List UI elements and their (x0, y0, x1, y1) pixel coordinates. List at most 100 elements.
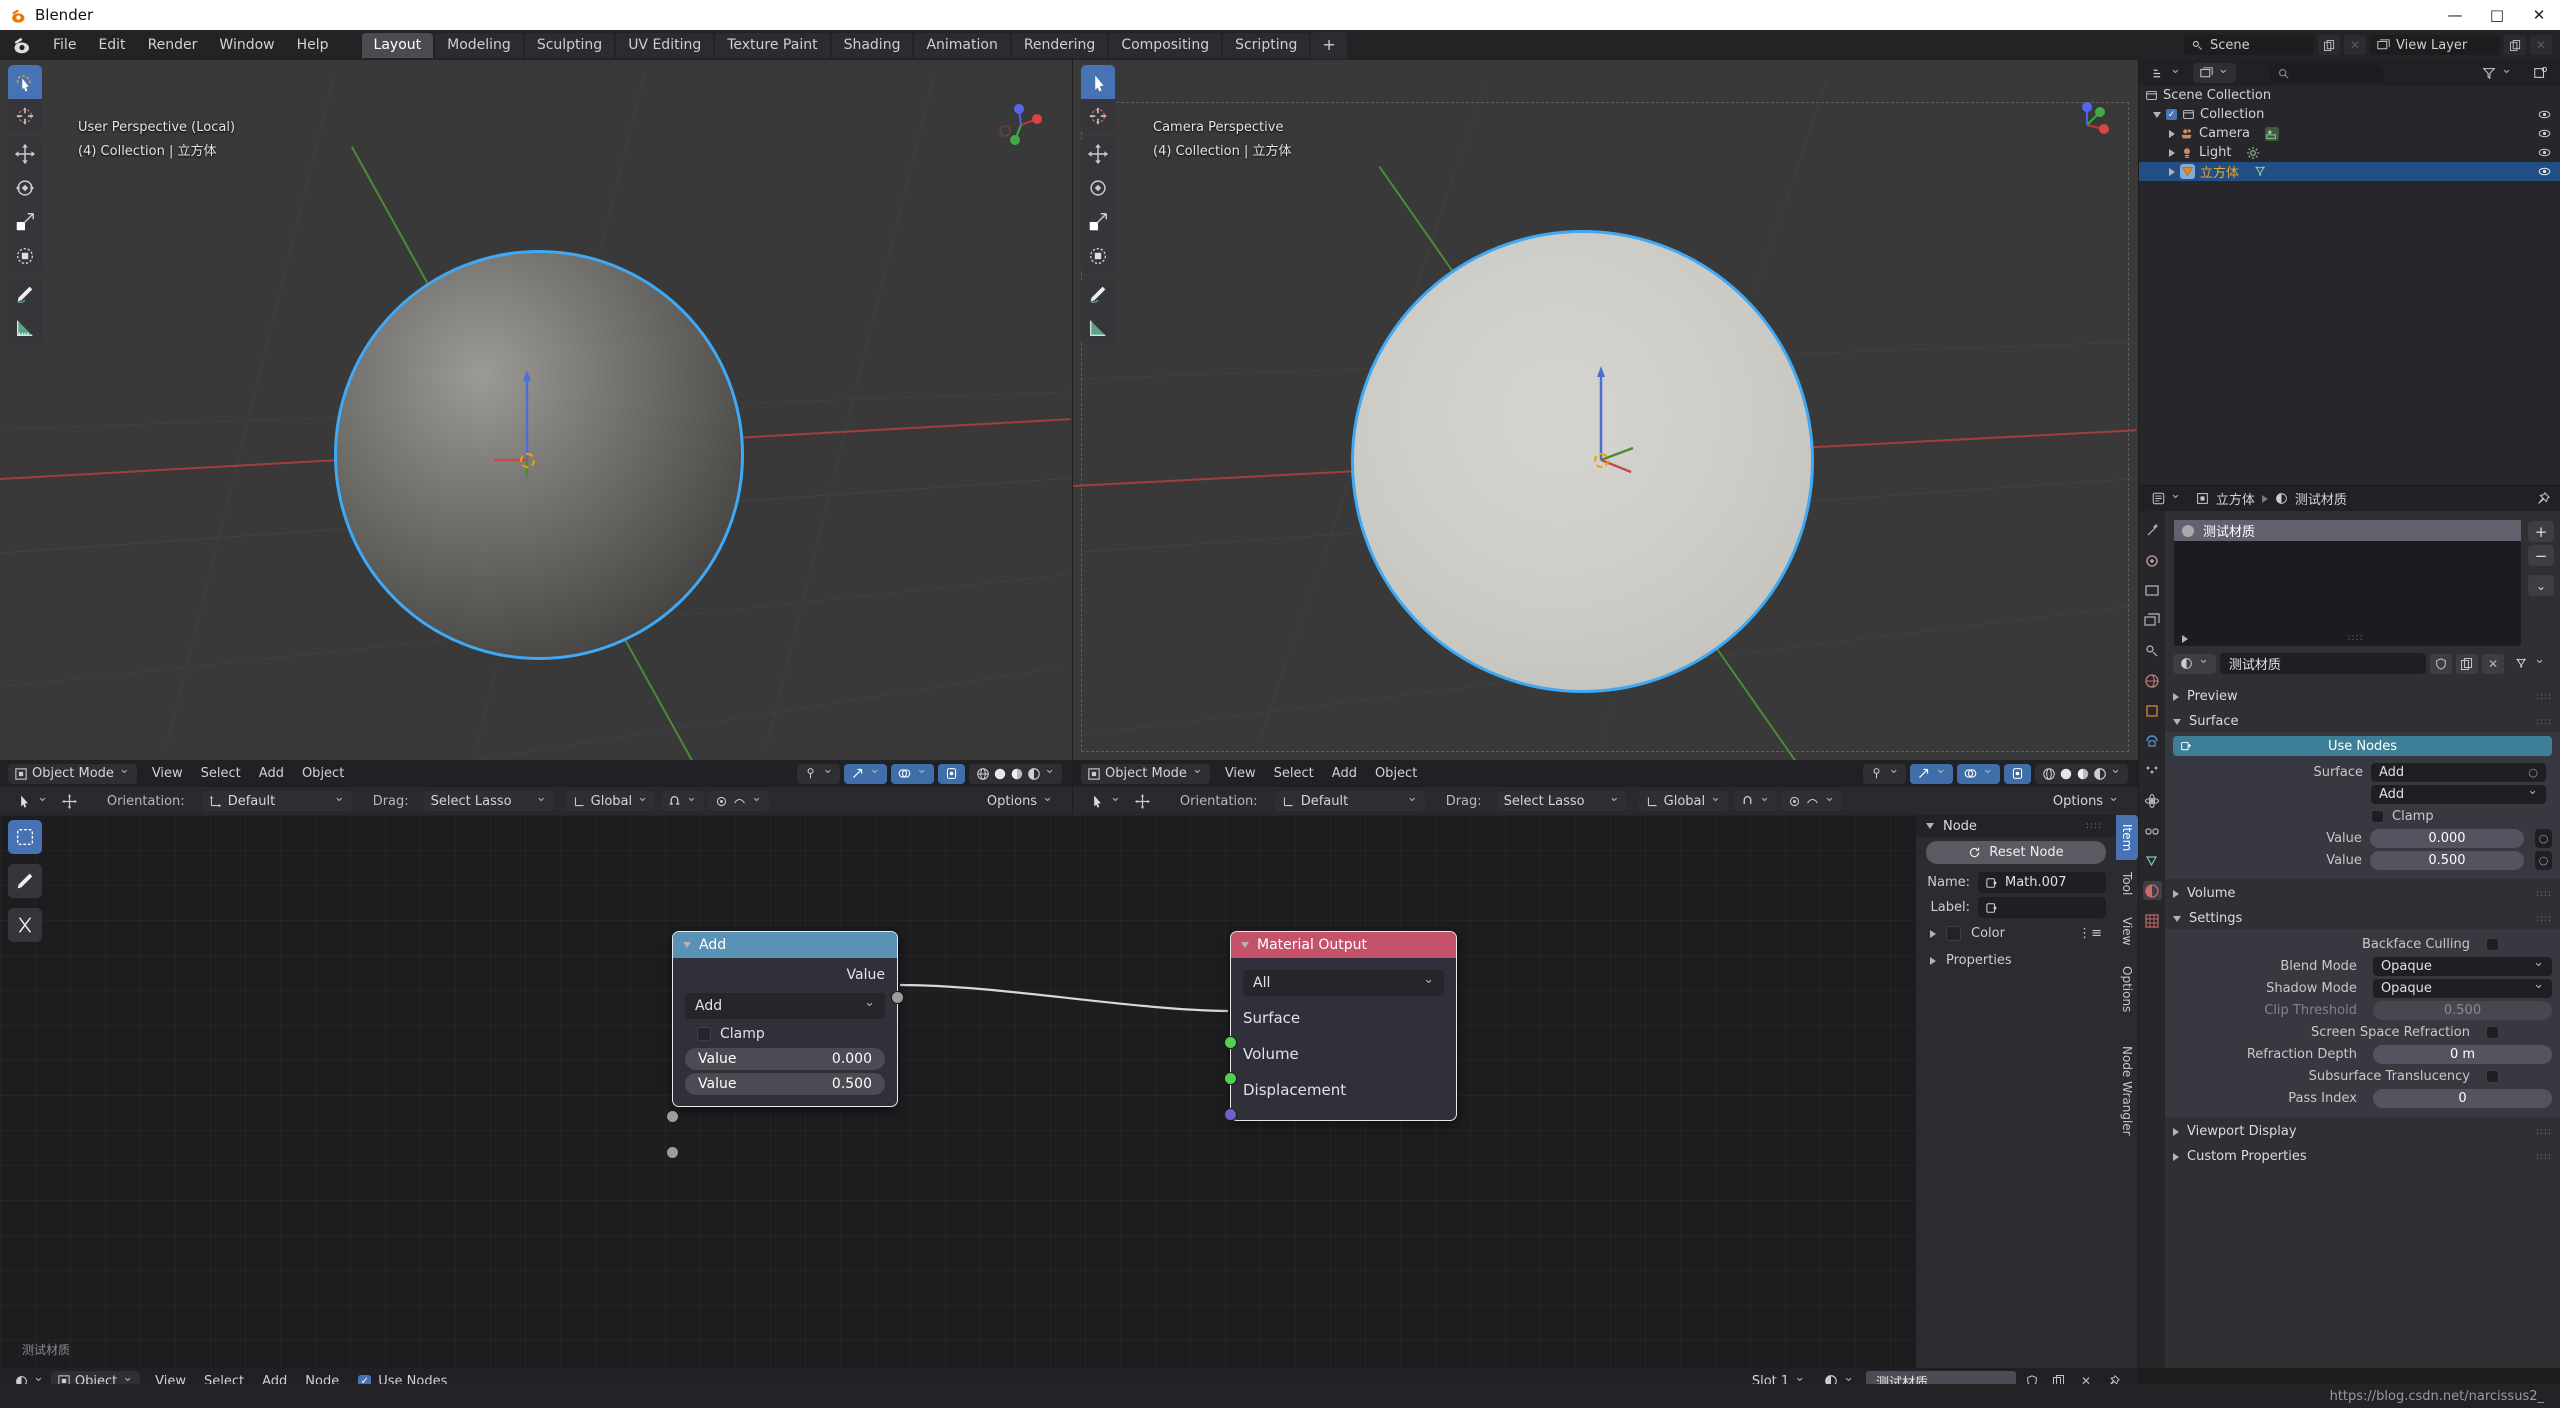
node-output-socket-displacement[interactable]: Displacement (1231, 1072, 1456, 1108)
node-properties-row[interactable]: Properties (1916, 951, 2116, 970)
orientation-dropdown-right[interactable]: Default (1274, 791, 1425, 811)
tool-move-right[interactable] (1081, 137, 1115, 171)
viewport-left-menu-object[interactable]: Object (293, 763, 353, 784)
pass-index-field[interactable]: 0 (2372, 1088, 2552, 1108)
add-material-slot-button[interactable]: + (2528, 521, 2554, 542)
light-data-icon[interactable] (2246, 146, 2260, 160)
snap-magnet-right[interactable] (1734, 791, 1777, 811)
properties-pin-button[interactable] (2536, 491, 2554, 506)
material-slot-list[interactable]: 测试材质 :::: (2173, 519, 2522, 647)
viewport-right-menu-select[interactable]: Select (1265, 763, 1323, 784)
transform-pivot-right[interactable] (1128, 791, 1157, 811)
tab-compositing[interactable]: Compositing (1109, 32, 1222, 58)
blend-mode-dropdown[interactable]: Opaque (2372, 956, 2552, 976)
tool-scale-right[interactable] (1081, 205, 1115, 239)
surface-value2-animate-button[interactable]: ○ (2535, 850, 2553, 870)
camera-data-icon[interactable] (2265, 126, 2280, 141)
tool-annotate[interactable] (8, 277, 42, 311)
color-expand-icon[interactable] (1930, 929, 1936, 938)
material-unlink-button[interactable]: ✕ (2482, 653, 2505, 674)
outliner-row-cube[interactable]: 立方体 (2139, 162, 2560, 181)
material-slot-menu-button[interactable]: ⌄ (2528, 575, 2554, 596)
node-panel-collapse-icon[interactable] (1926, 823, 1934, 829)
visibility-eye-icon-cube[interactable] (2538, 165, 2551, 178)
tool-annotate-right[interactable] (1081, 277, 1115, 311)
node-math-input-value-1[interactable]: Value 0.000 (685, 1048, 885, 1070)
tab-modifier-properties[interactable] (2143, 731, 2162, 750)
settings-expand-icon[interactable] (2173, 915, 2181, 922)
sidebar-tab-item[interactable]: Item (2116, 815, 2138, 861)
viewport-left-toolbar[interactable] (8, 65, 42, 345)
new-scene-button[interactable] (2318, 35, 2340, 55)
preview-grip[interactable]: :::: (2536, 692, 2560, 702)
material-slot-expand-icon[interactable] (2182, 635, 2188, 643)
mesh-data-icon[interactable] (2254, 165, 2268, 179)
cube-expand-icon[interactable] (2169, 167, 2175, 176)
section-volume[interactable]: Volume :::: (2165, 883, 2560, 904)
transform-pivot-left[interactable] (55, 791, 84, 811)
socket-volume[interactable] (1224, 1072, 1237, 1085)
xray-toggle-right[interactable] (2004, 763, 2032, 784)
surface-clamp-checkbox[interactable] (2371, 809, 2384, 823)
node-math-header[interactable]: Add (673, 932, 897, 958)
socket-input-value-2[interactable] (666, 1146, 679, 1159)
node-output-socket-volume[interactable]: Volume (1231, 1036, 1456, 1072)
section-settings[interactable]: Settings :::: (2165, 908, 2560, 929)
properties-expand-icon[interactable] (1930, 956, 1936, 965)
mode-selector-left[interactable]: Object Mode (8, 763, 137, 784)
viewport-right-menu-add[interactable]: Add (1323, 763, 1366, 784)
color-options-icon[interactable]: ⋮≡ (2078, 926, 2106, 941)
new-collection-button[interactable] (2526, 63, 2554, 83)
tab-world-properties[interactable] (2143, 671, 2162, 690)
tool-transform[interactable] (8, 239, 42, 273)
tool-cursor[interactable] (8, 99, 42, 133)
orientation-dropdown-left[interactable]: Default (201, 791, 352, 811)
viewport-right-toolbar[interactable] (1081, 65, 1115, 345)
tab-scene-properties[interactable] (2143, 641, 2162, 660)
properties-editor-type[interactable] (2145, 489, 2188, 509)
subsurface-translucency-checkbox[interactable] (2486, 1069, 2499, 1083)
viewlayer-selector[interactable]: View Layer (2370, 35, 2500, 55)
delete-scene-button[interactable]: ✕ (2344, 35, 2366, 55)
custom-properties-expand-icon[interactable] (2173, 1152, 2179, 1161)
gizmo-toggle-left[interactable] (844, 763, 888, 784)
surface-clamp-toggle[interactable]: Clamp (2371, 809, 2546, 824)
overlays-toggle-left[interactable] (891, 763, 935, 784)
tool-measure-right[interactable] (1081, 311, 1115, 345)
properties-editor[interactable]: 立方体 测试材质 (2139, 486, 2560, 1368)
tool-cursor-right[interactable] (1081, 99, 1115, 133)
section-custom-properties[interactable]: Custom Properties :::: (2165, 1146, 2560, 1167)
socket-displacement[interactable] (1224, 1108, 1237, 1121)
node-label-field[interactable] (1978, 897, 2106, 918)
tab-uv-editing[interactable]: UV Editing (616, 32, 714, 58)
use-nodes-button[interactable]: Use Nodes (2173, 736, 2552, 756)
tool-move[interactable] (8, 137, 42, 171)
socket-output-value[interactable] (891, 991, 904, 1004)
section-surface[interactable]: Surface :::: (2165, 711, 2560, 732)
refraction-depth-field[interactable]: 0 m (2372, 1044, 2552, 1064)
tool-rotate-right[interactable] (1081, 171, 1115, 205)
node-output-header[interactable]: Material Output (1231, 932, 1456, 958)
navigation-gizmo-right[interactable] (2060, 98, 2114, 152)
visibility-eye-icon-collection[interactable] (2538, 108, 2551, 121)
transform-space-left[interactable]: Global (565, 791, 656, 811)
reset-node-button[interactable]: Reset Node (1926, 841, 2106, 864)
mode-selector-right[interactable]: Object Mode (1081, 763, 1210, 784)
node-tool-links-cut[interactable] (8, 908, 42, 942)
viewport-right-menu-view[interactable]: View (1216, 763, 1265, 784)
shader-node-editor[interactable]: Add Value Add Clamp Value 0.000 (0, 815, 2138, 1368)
screen-space-refraction-checkbox[interactable] (2486, 1025, 2499, 1039)
section-viewport-display[interactable]: Viewport Display :::: (2165, 1121, 2560, 1142)
material-fake-user-button[interactable] (2430, 653, 2453, 674)
visibility-toggle-left[interactable] (797, 763, 841, 784)
node-math-add[interactable]: Add Value Add Clamp Value 0.000 (666, 931, 904, 1159)
tab-render-properties[interactable] (2143, 551, 2162, 570)
tool-scale[interactable] (8, 205, 42, 239)
maximize-button[interactable]: □ (2476, 0, 2518, 30)
outliner-display-mode[interactable] (2192, 63, 2236, 83)
tab-texture-paint[interactable]: Texture Paint (715, 32, 830, 58)
material-slot-buttons[interactable]: + − ⌄ (2528, 521, 2554, 596)
surface-shader-field[interactable]: Add ○ (2371, 762, 2546, 782)
xray-toggle-left[interactable] (938, 763, 966, 784)
viewport-left-menu-add[interactable]: Add (250, 763, 293, 784)
